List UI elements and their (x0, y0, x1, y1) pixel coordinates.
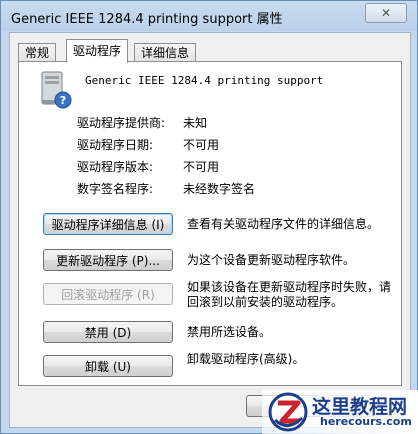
device-name: Generic IEEE 1284.4 printing support (85, 74, 324, 87)
tab-general[interactable]: 常规 (18, 43, 57, 62)
info-label: 数字签名程序: (77, 182, 154, 196)
watermark-logo-icon (268, 392, 308, 432)
dialog-client: 常规 驱动程序 详细信息 ? Generic IEEE 1284.4 print… (9, 32, 411, 428)
device-help-icon: ? (41, 71, 72, 109)
rollback-driver-button[interactable]: 回滚驱动程序 (R) (43, 283, 173, 305)
rollback-driver-desc: 如果该设备在更新驱动程序时失败，请回滚到以前安装的驱动程序。 (187, 280, 392, 309)
svg-text:?: ? (60, 94, 66, 107)
info-value: 未经数字签名 (183, 182, 256, 196)
tab-driver[interactable]: 驱动程序 (66, 39, 129, 63)
uninstall-button[interactable]: 卸载 (U) (43, 355, 173, 377)
info-value: 不可用 (183, 138, 220, 152)
watermark-url: herecours.com (320, 415, 412, 428)
disable-desc: 禁用所选设备。 (187, 325, 272, 339)
title-bar[interactable]: Generic IEEE 1284.4 printing support 属性 … (1, 1, 418, 31)
info-label: 驱动程序版本: (77, 160, 154, 174)
info-label: 驱动程序日期: (77, 138, 154, 152)
driver-details-desc: 查看有关驱动程序文件的详细信息。 (187, 217, 380, 231)
driver-panel: ? Generic IEEE 1284.4 printing support 驱… (18, 61, 402, 386)
disable-button[interactable]: 禁用 (D) (43, 321, 173, 343)
info-provider: 驱动程序提供商: 未知 (77, 114, 207, 131)
close-button[interactable]: ✕ (365, 3, 407, 23)
driver-details-button[interactable]: 驱动程序详细信息 (I) (43, 213, 173, 235)
window-title: Generic IEEE 1284.4 printing support 属性 (11, 12, 283, 27)
uninstall-desc: 卸载驱动程序(高级)。 (187, 352, 305, 366)
watermark: 这里教程网 herecours.com (262, 390, 418, 434)
close-icon: ✕ (380, 6, 392, 20)
info-value: 未知 (183, 116, 208, 130)
tab-details[interactable]: 详细信息 (134, 43, 197, 62)
info-date: 驱动程序日期: 不可用 (77, 136, 219, 153)
properties-window: Generic IEEE 1284.4 printing support 属性 … (0, 0, 418, 434)
update-driver-button[interactable]: 更新驱动程序 (P)... (43, 249, 173, 271)
info-value: 不可用 (183, 160, 220, 174)
info-signer: 数字签名程序: 未经数字签名 (77, 180, 255, 197)
info-version: 驱动程序版本: 不可用 (77, 158, 219, 175)
update-driver-desc: 为这个设备更新驱动程序软件。 (187, 253, 356, 267)
info-label: 驱动程序提供商: (77, 116, 166, 130)
